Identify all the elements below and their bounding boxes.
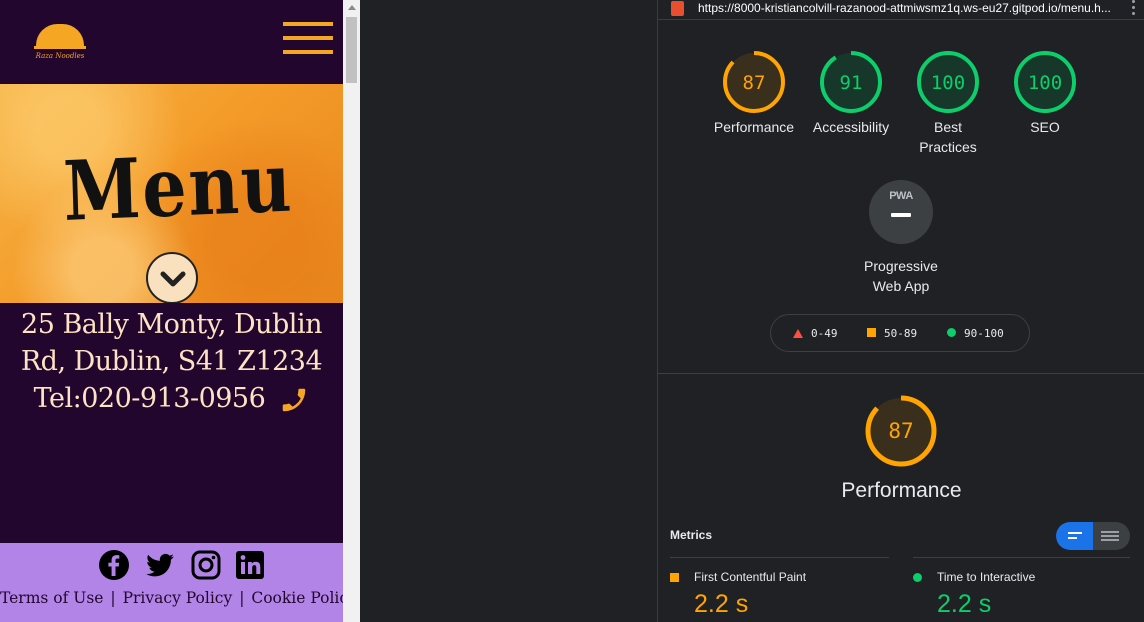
cookie-link[interactable]: Cookie Policy [251, 589, 343, 607]
footer-links: Terms of Use | Privacy Policy | Cookie P… [0, 589, 343, 607]
gauge-score: 91 [840, 72, 863, 94]
score-gauge-seo[interactable]: 100 SEO [997, 49, 1093, 137]
metric-divider [670, 557, 889, 558]
address-line-2: Rd, Dublin, S41 Z1234 [20, 346, 323, 377]
pwa-badge: PWA [869, 180, 933, 244]
pwa-badge-text: PWA [889, 190, 913, 202]
site-logo[interactable]: Raza Noodles [34, 24, 86, 62]
score-gauge-performance[interactable]: 87 Performance [706, 49, 802, 137]
lighthouse-icon [671, 1, 684, 16]
legend-average-text: 50-89 [884, 327, 918, 340]
square-icon [867, 328, 876, 337]
terms-link[interactable]: Terms of Use [0, 589, 103, 607]
more-options-icon[interactable] [1132, 0, 1136, 20]
metric-name: First Contentful Paint [694, 570, 807, 584]
instagram-icon[interactable] [190, 549, 222, 581]
logo-text: Raza Noodles [35, 52, 85, 60]
gauge-ring: 100 [917, 51, 979, 113]
site-footer: Terms of Use | Privacy Policy | Cookie P… [0, 543, 343, 622]
scroll-up-arrow-icon[interactable] [348, 5, 356, 10]
scrollbar-thumb[interactable] [346, 17, 357, 83]
chevron-down-icon [160, 271, 186, 287]
logo-rim [34, 46, 86, 49]
gauge-label: SEO [1030, 119, 1060, 135]
report-url[interactable]: https://8000-kristiancolvill-razanood-at… [698, 1, 1111, 15]
scroll-down-button[interactable] [146, 252, 198, 304]
bowl-icon [36, 24, 84, 48]
hamburger-icon[interactable] [283, 22, 333, 60]
score-gauge-accessibility[interactable]: 91 Accessibility [803, 49, 899, 137]
gauge-label: Accessibility [812, 119, 890, 135]
hero-banner: Menu [0, 84, 343, 304]
hero-title: Menu [62, 134, 295, 240]
pwa-category[interactable]: PWA Progressive Web App [848, 180, 954, 296]
performance-big-gauge: 87 [865, 395, 937, 467]
address-line-1: 25 Bally Monty, Dublin [21, 309, 322, 340]
gauge-ring: 91 [820, 51, 882, 113]
dash-icon [891, 213, 911, 217]
gauge-label: Performance [713, 119, 795, 135]
legend-fail-text: 0-49 [811, 327, 838, 340]
metric-fcp: First Contentful Paint 2.2 s [670, 570, 806, 619]
gauge-score: 100 [1028, 72, 1062, 94]
phone-number[interactable]: Tel:020-913-0956 [34, 383, 266, 414]
triangle-icon [793, 329, 803, 338]
metric-divider [913, 557, 1130, 558]
report-topbar: https://8000-kristiancolvill-razanood-at… [658, 0, 1144, 20]
divider [658, 373, 1144, 374]
separator: | [239, 589, 245, 607]
facebook-icon[interactable] [98, 549, 130, 581]
site-header: Raza Noodles [0, 0, 343, 84]
linkedin-icon[interactable] [234, 549, 266, 581]
social-links [98, 549, 268, 583]
phone-icon [283, 388, 306, 411]
gauge-ring: 100 [1014, 51, 1076, 113]
square-icon [670, 573, 679, 582]
score-legend: 0-49 50-89 90-100 [770, 314, 1030, 352]
legend-pass: 90-100 [947, 327, 1004, 340]
metric-tti: Time to Interactive 2.2 s [913, 570, 1035, 619]
legend-fail: 0-49 [793, 327, 838, 340]
lighthouse-report: https://8000-kristiancolvill-razanood-at… [657, 0, 1144, 622]
gauge-label: Best Practices [919, 119, 977, 155]
circle-icon [913, 573, 922, 582]
mobile-scrollbar[interactable] [343, 0, 360, 622]
mobile-preview: Raza Noodles Menu 25 Bally Monty, Dublin… [0, 0, 343, 622]
performance-big-score: 87 [888, 419, 913, 443]
circle-icon [947, 328, 956, 337]
metrics-heading: Metrics [670, 528, 713, 542]
legend-average: 50-89 [867, 327, 917, 340]
performance-title: Performance [841, 479, 962, 502]
summary-view-icon[interactable] [1056, 522, 1093, 550]
metric-value: 2.2 s [937, 590, 992, 618]
address-section: 25 Bally Monty, Dublin Rd, Dublin, S41 Z… [0, 303, 343, 543]
twitter-icon[interactable] [144, 549, 176, 581]
metric-name: Time to Interactive [937, 570, 1036, 584]
gauge-ring: 87 [723, 51, 785, 113]
pwa-label: Progressive Web App [864, 258, 938, 294]
gauge-score: 100 [931, 72, 965, 94]
legend-pass-text: 90-100 [964, 327, 1004, 340]
gauge-score: 87 [743, 72, 766, 94]
phone-line[interactable]: Tel:020-913-0956 [0, 380, 343, 417]
separator: | [110, 589, 116, 607]
score-gauge-best-practices[interactable]: 100 Best Practices [900, 49, 996, 157]
privacy-link[interactable]: Privacy Policy [123, 589, 233, 607]
metrics-view-toggle[interactable] [1056, 522, 1130, 550]
metric-value: 2.2 s [694, 590, 749, 618]
